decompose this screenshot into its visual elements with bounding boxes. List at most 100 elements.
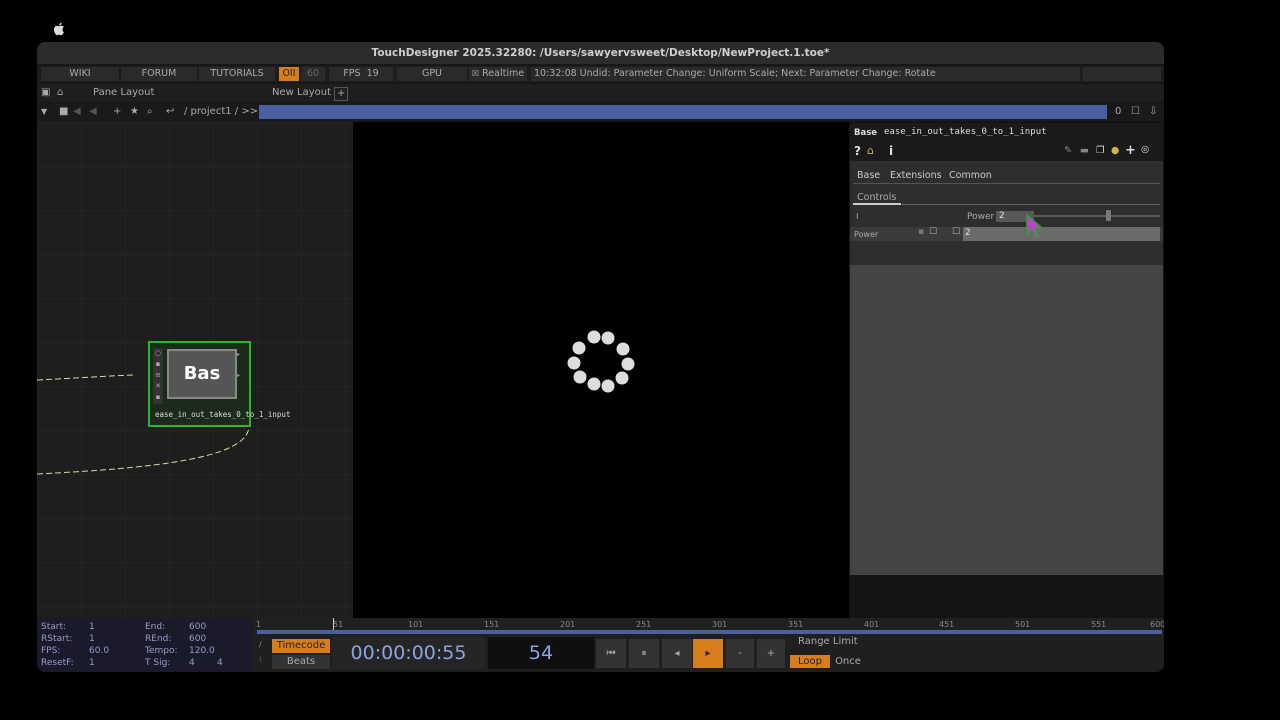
rewind-icon: ⏮ — [606, 648, 616, 659]
python-help-icon[interactable]: ⌂ — [867, 144, 874, 157]
oii-indicator[interactable]: OII — [279, 67, 299, 81]
info-icon[interactable]: i — [889, 144, 893, 158]
step-minus-button[interactable]: - — [726, 639, 754, 668]
tsig-label: T Sig: — [145, 658, 171, 668]
dropdown-icon[interactable]: ▼ — [41, 103, 47, 121]
ruler-tick: 351 — [788, 620, 804, 629]
resetf-value[interactable]: 1 — [89, 658, 95, 668]
fps-value[interactable]: 60.0 — [89, 646, 109, 656]
timecode-button[interactable]: Timecode — [272, 639, 330, 653]
timeline-ruler[interactable]: 1 51 101 151 201 251 301 351 401 451 501… — [255, 618, 1164, 634]
forward-icon[interactable]: ◀ — [89, 103, 97, 121]
new-layout-button[interactable]: New Layout — [272, 84, 331, 102]
end-value[interactable]: 600 — [189, 622, 206, 632]
maximize-icon[interactable]: ☐ — [1131, 103, 1140, 121]
realtime-label: Realtime — [482, 68, 525, 79]
beats-button[interactable]: Beats — [272, 655, 330, 669]
forum-button[interactable]: FORUM — [121, 67, 197, 81]
row2-toggle-b-icon[interactable]: ☐ — [929, 227, 937, 237]
rstart-value[interactable]: 1 — [89, 634, 95, 644]
realtime-toggle[interactable]: ☒ Realtime — [469, 67, 527, 81]
slider-label: Power — [967, 212, 995, 222]
pencil-icon[interactable]: ✎ — [1064, 145, 1072, 156]
tab-extensions[interactable]: Extensions — [890, 170, 942, 181]
title-bar: TouchDesigner 2025.32280: /Users/sawyerv… — [37, 42, 1164, 64]
param-iconbar: ? ⌂ i ✎ ▬ ❐ ● + ◎ — [850, 143, 1163, 161]
tsig-b-value[interactable]: 4 — [217, 658, 223, 668]
page-controls[interactable]: Controls — [857, 192, 896, 203]
rend-label: REnd: — [145, 634, 172, 644]
ruler-tick: 201 — [560, 620, 576, 629]
rstart-label: RStart: — [41, 634, 73, 644]
tab-common[interactable]: Common — [949, 170, 992, 181]
path-count: 0 — [1115, 106, 1122, 117]
comment-icon[interactable]: ▬ — [1080, 145, 1089, 156]
play-button[interactable]: ▸ — [693, 639, 723, 668]
path-bar: ▼ ■ ◀ ◀ + ★ ⌕ ↩ / project1 / >> 0 ☐ ⇩ — [37, 103, 1164, 121]
row1-label: I — [856, 212, 859, 221]
home-icon[interactable]: ⌂ — [57, 84, 63, 102]
rend-value[interactable]: 600 — [189, 634, 206, 644]
row2-toggle-c-icon[interactable]: ☐ — [952, 227, 960, 237]
timeline-bar: Start: 1 End: 600 RStart: 1 REnd: 600 FP… — [37, 618, 1164, 672]
loop-button[interactable]: Loop — [790, 655, 830, 668]
input-wire — [37, 374, 134, 381]
ruler-tick: 551 — [1091, 620, 1107, 629]
node-connectors[interactable]: ▸ ▸ — [237, 351, 243, 401]
star-icon[interactable]: ★ — [130, 103, 139, 121]
pause-icon: ⏸ — [641, 648, 647, 659]
tempo-value[interactable]: 120.0 — [189, 646, 215, 656]
gpu-button[interactable]: GPU — [397, 67, 467, 81]
start-value[interactable]: 1 — [89, 622, 95, 632]
page-divider — [902, 204, 1160, 205]
step-plus-button[interactable]: + — [757, 639, 785, 668]
tab-base[interactable]: Base — [857, 170, 880, 181]
plus-icon: + — [766, 648, 776, 659]
add-layout-icon[interactable]: + — [334, 87, 349, 101]
row2-value-field[interactable]: 2 — [963, 227, 1160, 241]
frame-display[interactable]: 54 — [488, 637, 594, 669]
search-icon[interactable]: ⌕ — [147, 103, 153, 121]
apple-logo-icon[interactable] — [53, 22, 65, 36]
row2-toggle-a-icon[interactable]: ▪ — [918, 227, 924, 237]
ruler-tick: 251 — [636, 620, 652, 629]
tutorials-button[interactable]: TUTORIALS — [199, 67, 275, 81]
settings-icon[interactable]: ◎ — [1141, 144, 1149, 155]
tsig-a-value[interactable]: 4 — [189, 658, 195, 668]
wiki-button[interactable]: WIKI — [41, 67, 119, 81]
once-button[interactable]: Once — [832, 655, 864, 668]
node-flags[interactable]: ○ ▪ ≡ ✕ ▪ — [153, 348, 163, 404]
resetf-label: ResetF: — [41, 658, 74, 668]
slider-handle[interactable] — [1106, 210, 1111, 221]
network-path[interactable]: / project1 / >> — [184, 103, 258, 121]
copy-icon[interactable]: ❐ — [1096, 145, 1105, 156]
viewer-pane[interactable] — [353, 122, 849, 618]
step-back-button[interactable]: ◂ — [662, 639, 692, 668]
add-param-icon[interactable]: + — [1125, 143, 1136, 158]
image-icon[interactable]: ▣ — [41, 84, 50, 102]
op-name[interactable]: ease_in_out_takes_0_to_1_input — [884, 127, 1047, 137]
rewind-button[interactable]: ⏮ — [596, 639, 626, 668]
tempo-label: Tempo: — [145, 646, 178, 656]
back-icon[interactable]: ◀ — [73, 103, 81, 121]
beats-mode-icon[interactable]: ⁝ — [259, 651, 262, 669]
ruler-tick: 451 — [939, 620, 955, 629]
pause-button[interactable]: ⏸ — [629, 639, 659, 668]
pin-icon[interactable]: ⇩ — [1149, 103, 1157, 121]
row2-label: Power — [854, 230, 879, 239]
network-editor[interactable]: ○ ▪ ≡ ✕ ▪ Bas ▸ ▸ ease_in_out_takes_0_to_1_in… — [37, 122, 353, 618]
pane-layout-button[interactable]: Pane Layout — [93, 84, 154, 102]
help-icon[interactable]: ? — [854, 144, 861, 158]
link-icon[interactable]: ↩ — [166, 103, 174, 121]
ruler-tick: 1 — [256, 620, 262, 629]
row2-value: 2 — [965, 228, 971, 238]
node-name-label[interactable]: ease_in_out_takes_0_to_1_input — [155, 410, 290, 419]
ruler-tick: 151 — [484, 620, 500, 629]
fps-display[interactable]: FPS 19 — [329, 67, 393, 81]
python-icon[interactable]: ● — [1111, 145, 1119, 156]
op-type: Base — [854, 128, 878, 138]
slider-track[interactable] — [1034, 215, 1160, 217]
stop-icon[interactable]: ■ — [59, 103, 68, 121]
add-icon[interactable]: + — [113, 103, 121, 121]
timecode-display[interactable]: 00:00:00:55 — [332, 637, 485, 669]
